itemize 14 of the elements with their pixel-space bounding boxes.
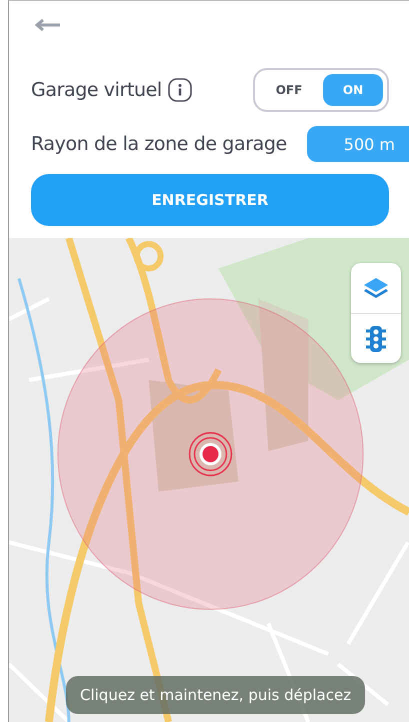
- virtual-garage-label: Garage virtuel: [31, 79, 162, 101]
- info-icon[interactable]: [168, 78, 192, 102]
- location-pin-icon[interactable]: [188, 432, 232, 476]
- layers-icon: [363, 276, 389, 300]
- radius-label: Rayon de la zone de garage: [31, 133, 287, 155]
- off-on-toggle[interactable]: OFF ON: [253, 68, 389, 112]
- toggle-option[interactable]: ON: [323, 74, 383, 106]
- back-arrow-icon: [35, 19, 61, 31]
- toast-message: Cliquez et maintenez, puis déplacez: [66, 676, 366, 714]
- map-drawing[interactable]: [9, 238, 409, 722]
- radius-field[interactable]: 500 m: [307, 126, 409, 162]
- toggle-option[interactable]: OFF: [259, 74, 319, 106]
- save-button[interactable]: ENREGISTRER: [31, 174, 389, 226]
- traffic-light-icon: [366, 324, 386, 352]
